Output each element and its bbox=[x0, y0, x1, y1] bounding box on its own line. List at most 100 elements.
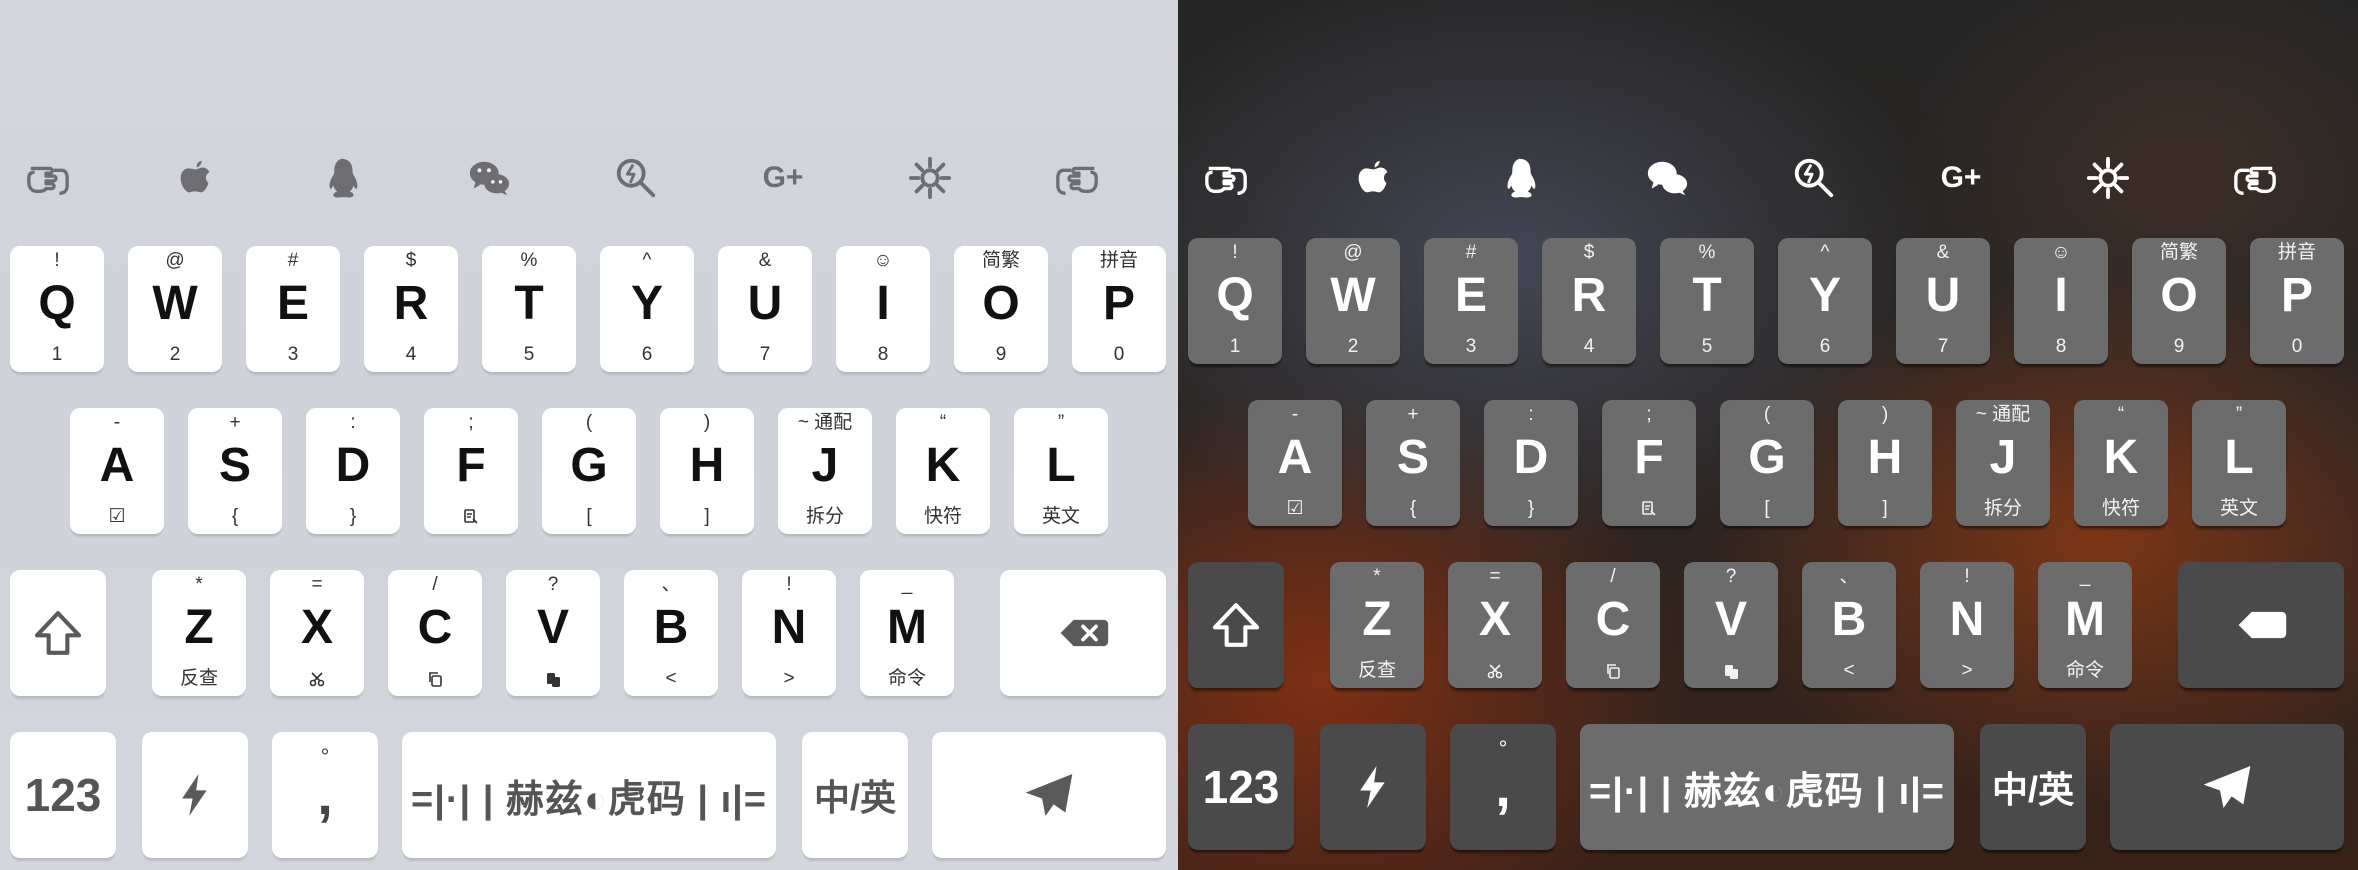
key-h-sub: ] bbox=[704, 506, 710, 527]
shift-key[interactable] bbox=[10, 570, 106, 696]
key-i[interactable]: ☺ I 8 bbox=[836, 246, 930, 372]
key-m[interactable]: _ M 命令 bbox=[860, 570, 954, 696]
key-q[interactable]: ! Q 1 bbox=[1188, 238, 1282, 364]
key-p[interactable]: 拼音 P 0 bbox=[1072, 246, 1166, 372]
google-plus-icon[interactable]: G+ bbox=[755, 150, 811, 206]
key-g[interactable]: (G [ bbox=[542, 408, 636, 534]
key-m[interactable]: _ M 命令 bbox=[2038, 562, 2132, 688]
key-v[interactable]: ? V bbox=[506, 570, 600, 696]
key-a[interactable]: - A ☑ bbox=[70, 408, 164, 534]
key-e[interactable]: # E 3 bbox=[246, 246, 340, 372]
qq-penguin-icon[interactable] bbox=[314, 150, 370, 206]
key-h[interactable]: ) H] bbox=[1838, 400, 1932, 526]
quick-key[interactable] bbox=[1320, 724, 1426, 850]
key-o[interactable]: 简繁 O 9 bbox=[954, 246, 1048, 372]
key-k[interactable]: “ K 快符 bbox=[2074, 400, 2168, 526]
space-bar[interactable]: =|·| | 赫兹◐虎码 | ı|= bbox=[1580, 724, 1954, 850]
key-l[interactable]: ” L 英文 bbox=[1014, 408, 1108, 534]
qq-penguin-icon[interactable] bbox=[1492, 150, 1548, 206]
key-w-alt: @ bbox=[165, 250, 185, 271]
key-r[interactable]: $ R 4 bbox=[364, 246, 458, 372]
numbers-key[interactable]: 123 bbox=[10, 732, 116, 858]
key-g[interactable]: (G [ bbox=[1720, 400, 1814, 526]
key-i[interactable]: ☺ I 8 bbox=[2014, 238, 2108, 364]
google-plus-icon[interactable]: G+ bbox=[1933, 150, 1989, 206]
key-q[interactable]: ! Q 1 bbox=[10, 246, 104, 372]
send-key[interactable] bbox=[2110, 724, 2344, 850]
key-i-letter: I bbox=[2054, 269, 2068, 322]
numbers-key[interactable]: 123 bbox=[1188, 724, 1294, 850]
key-y-sub: 6 bbox=[641, 344, 653, 365]
language-switch-key[interactable]: 中/英 bbox=[802, 732, 908, 858]
quick-key[interactable] bbox=[142, 732, 248, 858]
shift-key[interactable] bbox=[1188, 562, 1284, 688]
key-s[interactable]: + S { bbox=[1366, 400, 1460, 526]
key-w[interactable]: @ W 2 bbox=[1306, 238, 1400, 364]
key-y-alt: ^ bbox=[642, 250, 652, 271]
key-t[interactable]: % T 5 bbox=[482, 246, 576, 372]
key-j-sub: 拆分 bbox=[1983, 498, 2022, 519]
key-c-alt: / bbox=[1610, 566, 1616, 587]
key-h[interactable]: ) H] bbox=[660, 408, 754, 534]
hand-point-left-icon[interactable] bbox=[20, 150, 76, 206]
key-e[interactable]: # E 3 bbox=[1424, 238, 1518, 364]
key-k[interactable]: “ K 快符 bbox=[896, 408, 990, 534]
key-n[interactable]: ! N > bbox=[1920, 562, 2014, 688]
key-u[interactable]: & U 7 bbox=[718, 246, 812, 372]
key-r-alt: $ bbox=[1583, 242, 1595, 263]
backspace-key[interactable] bbox=[1000, 570, 1166, 696]
key-u[interactable]: & U 7 bbox=[1896, 238, 1990, 364]
key-s[interactable]: + S { bbox=[188, 408, 282, 534]
key-j[interactable]: ~ 通配 J 拆分 bbox=[778, 408, 872, 534]
hand-point-right-icon[interactable] bbox=[1049, 150, 1105, 206]
send-key[interactable] bbox=[932, 732, 1166, 858]
comma-key[interactable]: °, bbox=[272, 732, 378, 858]
key-y[interactable]: ^ Y 6 bbox=[1778, 238, 1872, 364]
key-b[interactable]: 、 B < bbox=[624, 570, 718, 696]
lightning-icon bbox=[142, 732, 248, 858]
key-x[interactable]: = X bbox=[270, 570, 364, 696]
key-y-letter: Y bbox=[630, 277, 663, 330]
key-z[interactable]: * Z 反查 bbox=[1330, 562, 1424, 688]
key-d-sub: } bbox=[349, 506, 357, 527]
key-j[interactable]: ~ 通配 J 拆分 bbox=[1956, 400, 2050, 526]
settings-gear-icon[interactable] bbox=[902, 150, 958, 206]
space-bar[interactable]: =|·| | 赫兹◐虎码 | ı|= bbox=[402, 732, 776, 858]
key-y[interactable]: ^ Y 6 bbox=[600, 246, 694, 372]
apple-icon[interactable] bbox=[167, 150, 223, 206]
key-z-alt: * bbox=[195, 574, 203, 595]
key-r[interactable]: $ R 4 bbox=[1542, 238, 1636, 364]
key-d-sub: } bbox=[1527, 498, 1535, 519]
key-c[interactable]: / C bbox=[388, 570, 482, 696]
key-d[interactable]: : D} bbox=[306, 408, 400, 534]
backspace-key[interactable] bbox=[2178, 562, 2344, 688]
wechat-icon[interactable] bbox=[461, 150, 517, 206]
search-bolt-icon[interactable] bbox=[1786, 150, 1842, 206]
key-o-letter: O bbox=[2160, 269, 2198, 322]
key-i-sub: 8 bbox=[877, 344, 889, 365]
wechat-icon[interactable] bbox=[1639, 150, 1695, 206]
key-b[interactable]: 、 B < bbox=[1802, 562, 1896, 688]
hand-point-left-icon[interactable] bbox=[1198, 150, 1254, 206]
key-x[interactable]: = X bbox=[1448, 562, 1542, 688]
key-p[interactable]: 拼音 P 0 bbox=[2250, 238, 2344, 364]
key-l-letter: L bbox=[1046, 439, 1076, 492]
key-v[interactable]: ? V bbox=[1684, 562, 1778, 688]
key-f[interactable]: ; F bbox=[424, 408, 518, 534]
key-n[interactable]: ! N > bbox=[742, 570, 836, 696]
key-c[interactable]: / C bbox=[1566, 562, 1660, 688]
settings-gear-icon[interactable] bbox=[2080, 150, 2136, 206]
search-bolt-icon[interactable] bbox=[608, 150, 664, 206]
comma-key[interactable]: °, bbox=[1450, 724, 1556, 850]
key-o[interactable]: 简繁 O 9 bbox=[2132, 238, 2226, 364]
key-d[interactable]: : D} bbox=[1484, 400, 1578, 526]
key-f[interactable]: ; F bbox=[1602, 400, 1696, 526]
key-w[interactable]: @ W 2 bbox=[128, 246, 222, 372]
key-l[interactable]: ” L 英文 bbox=[2192, 400, 2286, 526]
key-a[interactable]: - A ☑ bbox=[1248, 400, 1342, 526]
key-z[interactable]: * Z 反查 bbox=[152, 570, 246, 696]
apple-icon[interactable] bbox=[1345, 150, 1401, 206]
key-t[interactable]: % T 5 bbox=[1660, 238, 1754, 364]
language-switch-key[interactable]: 中/英 bbox=[1980, 724, 2086, 850]
hand-point-right-icon[interactable] bbox=[2227, 150, 2283, 206]
